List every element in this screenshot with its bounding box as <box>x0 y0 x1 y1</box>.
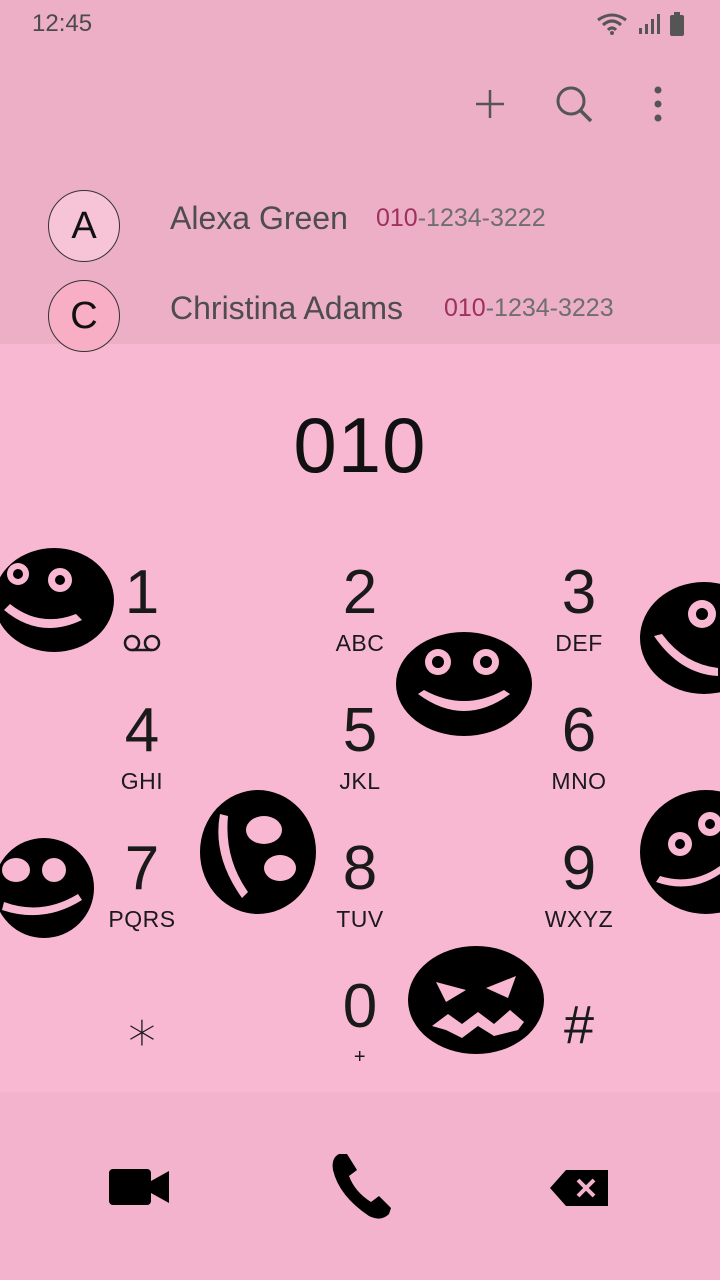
status-icons <box>596 12 684 36</box>
bottom-action-bar <box>0 1092 720 1280</box>
contact-suggestion-row[interactable]: A Alexa Green 010-1234-3222 <box>0 180 720 270</box>
key-6[interactable]: 6 MNO <box>489 700 669 830</box>
key-digit: 4 <box>124 696 160 765</box>
search-button[interactable] <box>552 78 596 130</box>
key-letters: + <box>353 1046 367 1068</box>
backspace-icon <box>550 1170 608 1206</box>
video-call-button[interactable] <box>100 1152 180 1222</box>
key-4[interactable]: 4 GHI <box>52 700 232 830</box>
key-digit: # <box>563 995 595 1055</box>
battery-icon <box>670 12 684 36</box>
key-digit: 6 <box>561 696 597 765</box>
number-match: 010 <box>376 204 418 232</box>
key-digit: 9 <box>561 834 597 903</box>
contact-number: 010-1234-3222 <box>376 204 546 233</box>
number-rest: -1234-3222 <box>417 204 546 232</box>
number-match: 010 <box>444 294 486 322</box>
key-digit: 5 <box>342 696 378 765</box>
status-time: 12:45 <box>32 10 93 37</box>
key-digit: 7 <box>124 834 160 903</box>
avatar: C <box>48 280 120 352</box>
number-rest: -1234-3223 <box>485 294 614 322</box>
key-8[interactable]: 8 TUV <box>270 838 450 968</box>
key-letters: WXYZ <box>544 906 614 932</box>
contact-suggestion-row[interactable]: C Christina Adams 010-1234-3223 <box>0 270 720 360</box>
phone-call-icon <box>332 1154 391 1219</box>
key-7[interactable]: 7 PQRS <box>52 838 232 968</box>
key-digit: 3 <box>561 558 597 627</box>
add-contact-button[interactable] <box>468 78 512 130</box>
key-9[interactable]: 9 WXYZ <box>489 838 669 968</box>
avatar: A <box>48 190 120 262</box>
key-digit: 8 <box>342 834 378 903</box>
key-letters: TUV <box>336 906 384 932</box>
search-icon <box>556 86 593 123</box>
key-digit: ⁎ <box>128 993 156 1056</box>
key-0[interactable]: 0 + <box>270 976 450 1106</box>
contact-number: 010-1234-3223 <box>444 294 614 323</box>
key-digit: 0 <box>342 972 378 1041</box>
video-call-icon <box>109 1169 169 1205</box>
toolbar-actions <box>468 78 680 130</box>
key-letters: JKL <box>339 768 381 794</box>
contact-suggestions-panel: 12:45 A Alexa Green 010-1234-3222 C Chri… <box>0 0 720 352</box>
key-5[interactable]: 5 JKL <box>270 700 450 830</box>
dialed-number: 010 <box>293 401 427 489</box>
call-button[interactable] <box>320 1144 404 1228</box>
key-3[interactable]: 3 DEF <box>489 562 669 692</box>
key-digit: 1 <box>124 558 160 627</box>
wifi-icon <box>597 13 627 35</box>
status-bar: 12:45 <box>0 0 720 50</box>
key-2[interactable]: 2 ABC <box>270 562 450 692</box>
key-letters: MNO <box>551 768 607 794</box>
more-vertical-icon <box>654 86 662 122</box>
more-options-button[interactable] <box>636 78 680 130</box>
plus-icon <box>476 90 504 118</box>
key-letters: DEF <box>555 630 603 656</box>
backspace-button[interactable] <box>540 1158 620 1218</box>
voicemail-icon <box>123 634 161 652</box>
contact-name: Alexa Green <box>170 200 348 236</box>
signal-icon <box>639 14 660 34</box>
key-1[interactable]: 1 <box>52 562 232 692</box>
key-letters: GHI <box>120 768 164 794</box>
key-letters: PQRS <box>108 906 176 932</box>
key-digit: 2 <box>342 558 378 627</box>
key-letters: ABC <box>335 630 385 656</box>
contact-name: Christina Adams <box>170 290 403 326</box>
